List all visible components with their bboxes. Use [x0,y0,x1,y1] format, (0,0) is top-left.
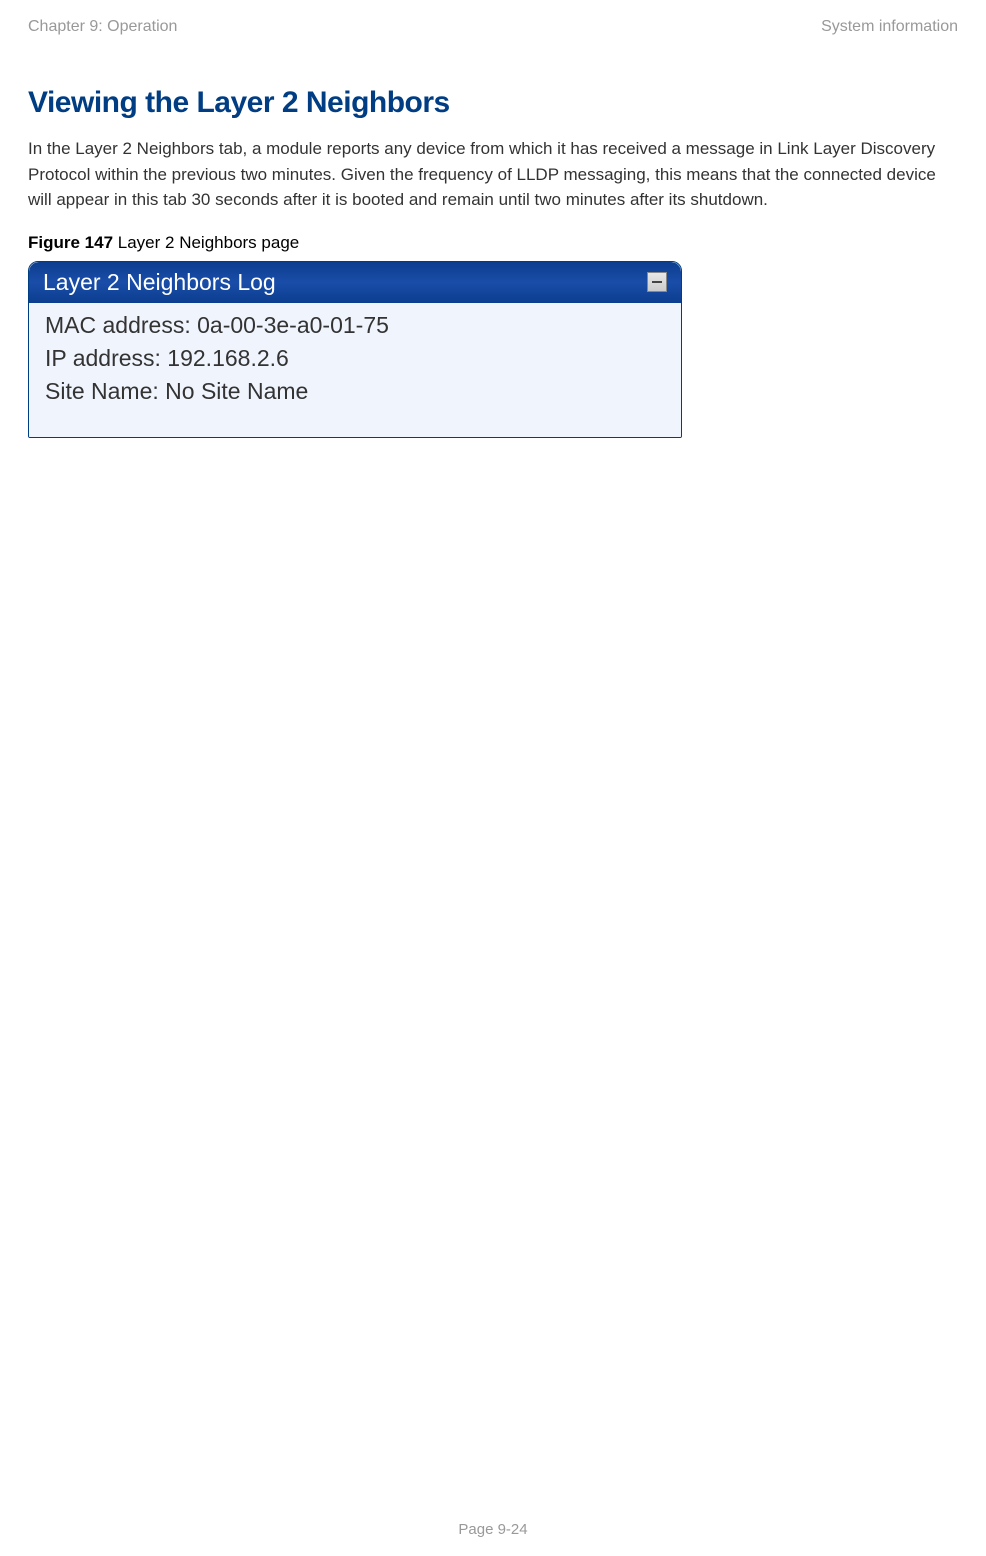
panel-content: MAC address: 0a-00-3e-a0-01-75 IP addres… [29,303,681,437]
page-header: Chapter 9: Operation System information [28,18,958,36]
page-number: Page 9-24 [458,1521,527,1538]
panel-row: MAC address: 0a-00-3e-a0-01-75 [45,309,665,342]
page-footer: Page 9-24 [0,1521,986,1538]
panel-row: Site Name: No Site Name [45,375,665,408]
figure-caption: Figure 147 Layer 2 Neighbors page [28,233,958,253]
section-body: In the Layer 2 Neighbors tab, a module r… [28,136,958,213]
section-title: Viewing the Layer 2 Neighbors [28,86,958,120]
panel-titlebar: Layer 2 Neighbors Log [29,262,681,303]
panel-row: IP address: 192.168.2.6 [45,342,665,375]
header-right: System information [821,18,958,36]
collapse-icon[interactable] [647,272,667,292]
figure-label-bold: Figure 147 [28,233,113,252]
panel-title: Layer 2 Neighbors Log [43,269,276,296]
screenshot-panel: Layer 2 Neighbors Log MAC address: 0a-00… [28,261,682,438]
header-left: Chapter 9: Operation [28,18,177,36]
figure-label-rest: Layer 2 Neighbors page [113,233,299,252]
